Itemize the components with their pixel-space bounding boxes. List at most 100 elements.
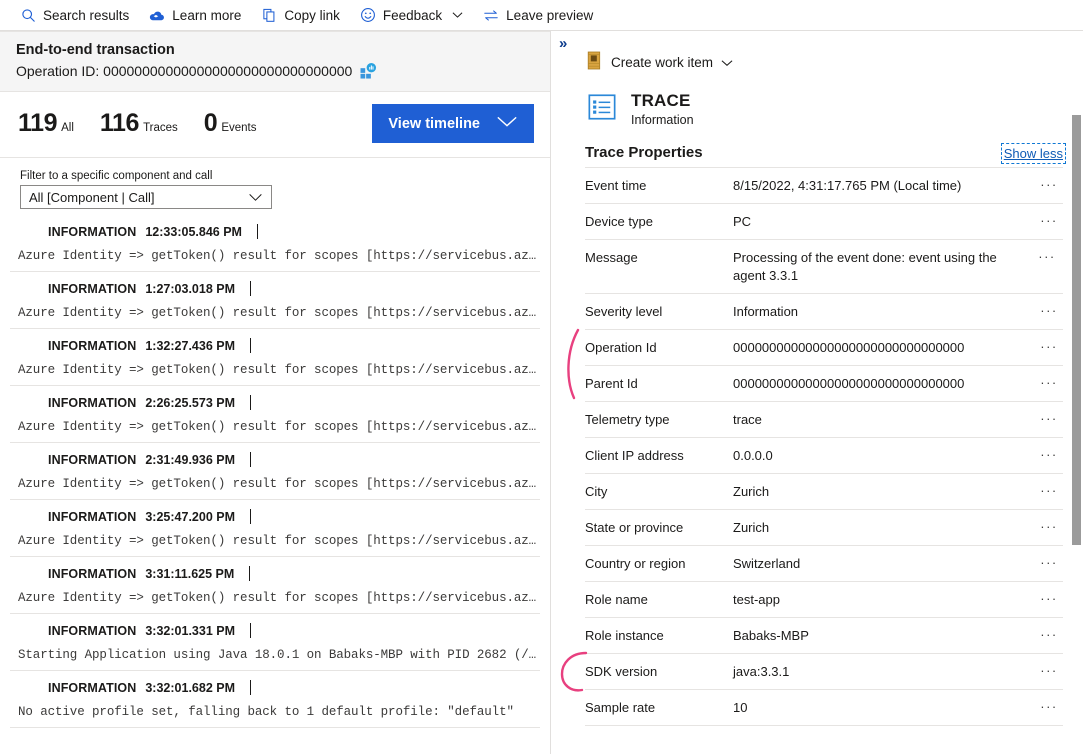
search-icon — [20, 7, 36, 23]
row-actions-button[interactable]: ··· — [1035, 339, 1063, 354]
table-row[interactable]: Role name test-app ··· — [585, 581, 1063, 617]
list-item[interactable]: INFORMATION 2:31:49.936 PM Azure Identit… — [10, 443, 540, 500]
table-row[interactable]: Country or region Switzerland ··· — [585, 545, 1063, 581]
command-feedback[interactable]: Feedback — [350, 1, 473, 30]
property-value: 0.0.0.0 — [733, 448, 773, 463]
table-row[interactable]: State or province Zurich ··· — [585, 509, 1063, 545]
log-timestamp: 3:32:01.331 PM — [145, 623, 235, 638]
log-message: Azure Identity => getToken() result for … — [18, 306, 537, 320]
row-actions-button[interactable]: ··· — [1035, 483, 1063, 498]
transaction-header-card: End-to-end transaction Operation ID: 000… — [0, 31, 550, 92]
stat-count: 119 — [18, 109, 58, 137]
table-row[interactable]: Device type PC ··· — [585, 203, 1063, 239]
row-actions-button[interactable]: ··· — [1035, 591, 1063, 606]
table-row[interactable]: Client IP address 0.0.0.0 ··· — [585, 437, 1063, 473]
log-timestamp: 1:27:03.018 PM — [145, 281, 235, 296]
details-scrollbar[interactable] — [1071, 31, 1082, 754]
stat-events: 0 Events — [204, 109, 257, 138]
log-timestamp: 2:26:25.573 PM — [145, 395, 235, 410]
trace-properties-table: Event time 8/15/2022, 4:31:17.765 PM (Lo… — [585, 167, 1063, 726]
stat-label: Events — [221, 122, 257, 134]
view-timeline-label: View timeline — [388, 115, 480, 132]
command-copy-link[interactable]: Copy link — [251, 1, 350, 30]
collapse-pane-icon[interactable]: » — [559, 36, 567, 51]
row-actions-button[interactable]: ··· — [1035, 555, 1063, 570]
property-value: Zurich — [733, 520, 770, 535]
command-leave-preview[interactable]: Leave preview — [473, 1, 603, 30]
row-actions-button[interactable]: ··· — [1035, 411, 1063, 426]
table-row[interactable]: Severity level Information ··· — [585, 293, 1063, 329]
trace-hero-text: TRACE Information — [631, 91, 694, 128]
timeline-tick-marker — [250, 680, 251, 695]
row-actions-button[interactable]: ··· — [1035, 447, 1063, 462]
table-row[interactable]: Telemetry type trace ··· — [585, 401, 1063, 437]
stat-label: All — [61, 122, 74, 134]
list-item[interactable]: INFORMATION 3:31:11.625 PM Azure Identit… — [10, 557, 540, 614]
log-meta-row: INFORMATION 3:32:01.682 PM — [10, 677, 540, 698]
trace-severity: Information — [631, 113, 694, 127]
stat-all: 119 All — [18, 109, 74, 138]
list-item[interactable]: INFORMATION 3:25:47.200 PM Azure Identit… — [10, 500, 540, 557]
log-meta-row: INFORMATION 3:25:47.200 PM — [10, 506, 540, 527]
list-item[interactable]: INFORMATION 1:32:27.436 PM Azure Identit… — [10, 329, 540, 386]
property-value: PC — [733, 214, 752, 229]
app-root: Search results Learn more Copy link Feed… — [0, 0, 1083, 754]
log-severity: INFORMATION — [48, 395, 137, 410]
log-timestamp: 1:32:27.436 PM — [145, 338, 235, 353]
log-timestamp: 12:33:05.846 PM — [145, 224, 242, 239]
transaction-log-list[interactable]: INFORMATION 12:33:05.846 PM Azure Identi… — [0, 215, 550, 754]
command-learn-more[interactable]: Learn more — [139, 1, 251, 30]
property-value: 8/15/2022, 4:31:17.765 PM (Local time) — [733, 178, 962, 193]
list-item[interactable]: INFORMATION 2:26:25.573 PM Azure Identit… — [10, 386, 540, 443]
row-actions-button[interactable]: ··· — [1033, 249, 1061, 264]
row-actions-button[interactable]: ··· — [1035, 627, 1063, 642]
row-actions-button[interactable]: ··· — [1035, 519, 1063, 534]
property-key: Country or region — [585, 556, 686, 571]
property-value: Zurich — [733, 484, 770, 499]
pin-to-dashboard-icon[interactable] — [360, 63, 377, 79]
timeline-tick-marker — [256, 224, 258, 239]
row-actions-button[interactable]: ··· — [1035, 303, 1063, 318]
log-meta-row: INFORMATION 2:26:25.573 PM — [10, 392, 540, 413]
property-key: Telemetry type — [585, 412, 670, 427]
table-row[interactable]: Message Processing of the event done: ev… — [585, 239, 1063, 293]
left-pane: End-to-end transaction Operation ID: 000… — [0, 31, 551, 754]
table-row[interactable]: Role instance Babaks-MBP ··· — [585, 617, 1063, 653]
property-value: Information — [733, 304, 799, 319]
table-row[interactable]: City Zurich ··· — [585, 473, 1063, 509]
command-search-results[interactable]: Search results — [10, 1, 139, 30]
table-row[interactable]: Sample rate 10 ··· — [585, 689, 1063, 726]
scrollbar-thumb[interactable] — [1072, 115, 1081, 545]
log-timestamp: 3:25:47.200 PM — [145, 509, 235, 524]
content-split: End-to-end transaction Operation ID: 000… — [0, 31, 1083, 754]
row-actions-button[interactable]: ··· — [1035, 699, 1063, 714]
row-actions-button[interactable]: ··· — [1035, 177, 1063, 192]
table-row[interactable]: SDK version java:3.3.1 ··· — [585, 653, 1063, 689]
component-call-filter-select[interactable]: All [Component | Call] — [20, 185, 272, 209]
table-row[interactable]: Event time 8/15/2022, 4:31:17.765 PM (Lo… — [585, 167, 1063, 203]
show-less-link[interactable]: Show less — [1000, 143, 1067, 164]
property-key: State or province — [585, 520, 684, 535]
log-meta-row: INFORMATION 2:31:49.936 PM — [10, 449, 540, 470]
row-actions-button[interactable]: ··· — [1035, 213, 1063, 228]
log-timestamp: 2:31:49.936 PM — [145, 452, 235, 467]
view-timeline-button[interactable]: View timeline — [372, 104, 534, 143]
timeline-tick-marker — [250, 281, 251, 296]
command-label: Learn more — [172, 7, 242, 23]
list-item[interactable]: INFORMATION 3:32:01.682 PM No active pro… — [10, 671, 540, 728]
table-row[interactable]: Operation Id 000000000000000000000000000… — [585, 329, 1063, 365]
timeline-tick-marker — [250, 509, 251, 524]
list-item[interactable]: INFORMATION 3:32:01.331 PM Starting Appl… — [10, 614, 540, 671]
table-row[interactable]: Parent Id 000000000000000000000000000000… — [585, 365, 1063, 401]
row-actions-button[interactable]: ··· — [1035, 663, 1063, 678]
property-value: Babaks-MBP — [733, 628, 809, 643]
chevron-down-icon — [721, 55, 733, 70]
list-item[interactable]: INFORMATION 12:33:05.846 PM Azure Identi… — [10, 215, 540, 272]
log-message: Azure Identity => getToken() result for … — [18, 477, 537, 491]
create-work-item-button[interactable]: Create work item — [585, 45, 737, 79]
property-value: Processing of the event done: event usin… — [733, 250, 997, 283]
page-title: End-to-end transaction — [16, 42, 175, 58]
chevron-down-icon — [452, 11, 463, 19]
list-item[interactable]: INFORMATION 1:27:03.018 PM Azure Identit… — [10, 272, 540, 329]
row-actions-button[interactable]: ··· — [1035, 375, 1063, 390]
